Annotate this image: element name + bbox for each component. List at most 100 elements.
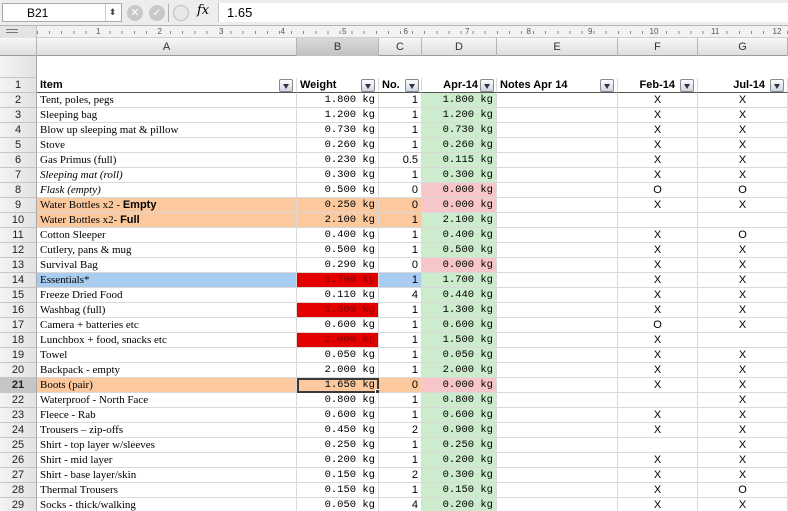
cell-jul14[interactable]: O: [698, 183, 788, 198]
header-notes[interactable]: Notes Apr 14: [497, 78, 618, 93]
header-jul14[interactable]: Jul-14: [698, 78, 788, 93]
row-header[interactable]: 4: [0, 123, 37, 138]
cell-apr14[interactable]: 0.150 kg: [422, 483, 497, 498]
cell-item[interactable]: Survival Bag: [37, 258, 297, 273]
header-no[interactable]: No.: [379, 78, 422, 93]
cell-no[interactable]: 1: [379, 393, 422, 408]
row-header[interactable]: 12: [0, 243, 37, 258]
cell-item[interactable]: Flask (empty): [37, 183, 297, 198]
cell-jul14[interactable]: [698, 213, 788, 228]
cell-weight[interactable]: 0.800 kg: [297, 393, 379, 408]
cell-apr14[interactable]: 1.500 kg: [422, 333, 497, 348]
cell-feb14[interactable]: X: [618, 483, 698, 498]
cell-item[interactable]: Cutlery, pans & mug: [37, 243, 297, 258]
cell-jul14[interactable]: X: [698, 93, 788, 108]
cell-apr14[interactable]: 0.000 kg: [422, 378, 497, 393]
column-header-g[interactable]: G: [698, 38, 788, 56]
cell-weight[interactable]: 0.600 kg: [297, 408, 379, 423]
cell-item[interactable]: Tent, poles, pegs: [37, 93, 297, 108]
cell-item[interactable]: Waterproof - North Face: [37, 393, 297, 408]
cell-notes[interactable]: [497, 333, 618, 348]
row-header[interactable]: 25: [0, 438, 37, 453]
cell-feb14[interactable]: X: [618, 363, 698, 378]
cell-feb14[interactable]: X: [618, 273, 698, 288]
cell-notes[interactable]: [497, 108, 618, 123]
cell-item[interactable]: Shirt - top layer w/sleeves: [37, 438, 297, 453]
row-header[interactable]: 17: [0, 318, 37, 333]
cell-weight[interactable]: 0.150 kg: [297, 468, 379, 483]
cell-weight[interactable]: 1.650 kg: [297, 378, 379, 393]
cell-item[interactable]: Water Bottles x2- Full: [37, 213, 297, 228]
cell-apr14[interactable]: 0.200 kg: [422, 498, 497, 511]
cell-feb14[interactable]: X: [618, 408, 698, 423]
row-header[interactable]: 26: [0, 453, 37, 468]
cell-jul14[interactable]: X: [698, 303, 788, 318]
row-header[interactable]: 2: [0, 93, 37, 108]
cell-notes[interactable]: [497, 123, 618, 138]
header-feb14[interactable]: Feb-14: [618, 78, 698, 93]
cell-notes[interactable]: [497, 408, 618, 423]
filter-dropdown-icon[interactable]: [480, 79, 494, 92]
name-box[interactable]: B21 ⬍: [2, 3, 122, 22]
cell-weight[interactable]: 0.050 kg: [297, 348, 379, 363]
cell-item[interactable]: Towel: [37, 348, 297, 363]
cell-apr14[interactable]: 0.400 kg: [422, 228, 497, 243]
cell-notes[interactable]: [497, 453, 618, 468]
cell-notes[interactable]: [497, 93, 618, 108]
cell-feb14[interactable]: O: [618, 318, 698, 333]
cell-notes[interactable]: [497, 423, 618, 438]
cell-jul14[interactable]: X: [698, 393, 788, 408]
select-all-corner[interactable]: [0, 38, 37, 56]
cell-feb14[interactable]: X: [618, 168, 698, 183]
cell-apr14[interactable]: 0.600 kg: [422, 318, 497, 333]
row-header[interactable]: 10: [0, 213, 37, 228]
header-apr14[interactable]: Apr-14: [422, 78, 497, 93]
cell-jul14[interactable]: X: [698, 318, 788, 333]
row-header[interactable]: 7: [0, 168, 37, 183]
cell-weight[interactable]: 0.500 kg: [297, 243, 379, 258]
cell-apr14[interactable]: 1.800 kg: [422, 93, 497, 108]
row-header[interactable]: 5: [0, 138, 37, 153]
name-box-dropdown-icon[interactable]: ⬍: [105, 4, 119, 21]
header-weight[interactable]: Weight: [297, 78, 379, 93]
cell-no[interactable]: 1: [379, 408, 422, 423]
cell-no[interactable]: 2: [379, 423, 422, 438]
cell-no[interactable]: 1: [379, 333, 422, 348]
cell-item[interactable]: Washbag (full): [37, 303, 297, 318]
cell-notes[interactable]: [497, 318, 618, 333]
filter-dropdown-icon[interactable]: [680, 79, 694, 92]
cell-feb14[interactable]: X: [618, 108, 698, 123]
cell-jul14[interactable]: X: [698, 108, 788, 123]
cell-no[interactable]: 1: [379, 348, 422, 363]
cell-jul14[interactable]: X: [698, 363, 788, 378]
cell-jul14[interactable]: O: [698, 228, 788, 243]
cell-no[interactable]: 1: [379, 243, 422, 258]
cell-weight[interactable]: 2.000 kg: [297, 333, 379, 348]
cell-jul14[interactable]: X: [698, 453, 788, 468]
cell-notes[interactable]: [497, 363, 618, 378]
cell-notes[interactable]: [497, 138, 618, 153]
cell-no[interactable]: 1: [379, 93, 422, 108]
cell-feb14[interactable]: X: [618, 498, 698, 511]
row-header[interactable]: 11: [0, 228, 37, 243]
filter-dropdown-icon[interactable]: [361, 79, 375, 92]
cell-apr14[interactable]: 2.000 kg: [422, 363, 497, 378]
cell-notes[interactable]: [497, 438, 618, 453]
cell-no[interactable]: 1: [379, 138, 422, 153]
row-header[interactable]: 13: [0, 258, 37, 273]
cell-item[interactable]: Gas Primus (full): [37, 153, 297, 168]
cell-apr14[interactable]: 0.300 kg: [422, 468, 497, 483]
cell-item[interactable]: Blow up sleeping mat & pillow: [37, 123, 297, 138]
cell-feb14[interactable]: X: [618, 333, 698, 348]
cell-notes[interactable]: [497, 243, 618, 258]
cell-weight[interactable]: 0.150 kg: [297, 483, 379, 498]
row-header[interactable]: 21: [0, 378, 37, 393]
cell-no[interactable]: 0: [379, 183, 422, 198]
cell-no[interactable]: 1: [379, 438, 422, 453]
cell-jul14[interactable]: X: [698, 498, 788, 511]
cell-feb14[interactable]: X: [618, 378, 698, 393]
cell-no[interactable]: 4: [379, 498, 422, 511]
cell-jul14[interactable]: X: [698, 198, 788, 213]
cell-apr14[interactable]: 1.200 kg: [422, 108, 497, 123]
cell-no[interactable]: 1: [379, 303, 422, 318]
